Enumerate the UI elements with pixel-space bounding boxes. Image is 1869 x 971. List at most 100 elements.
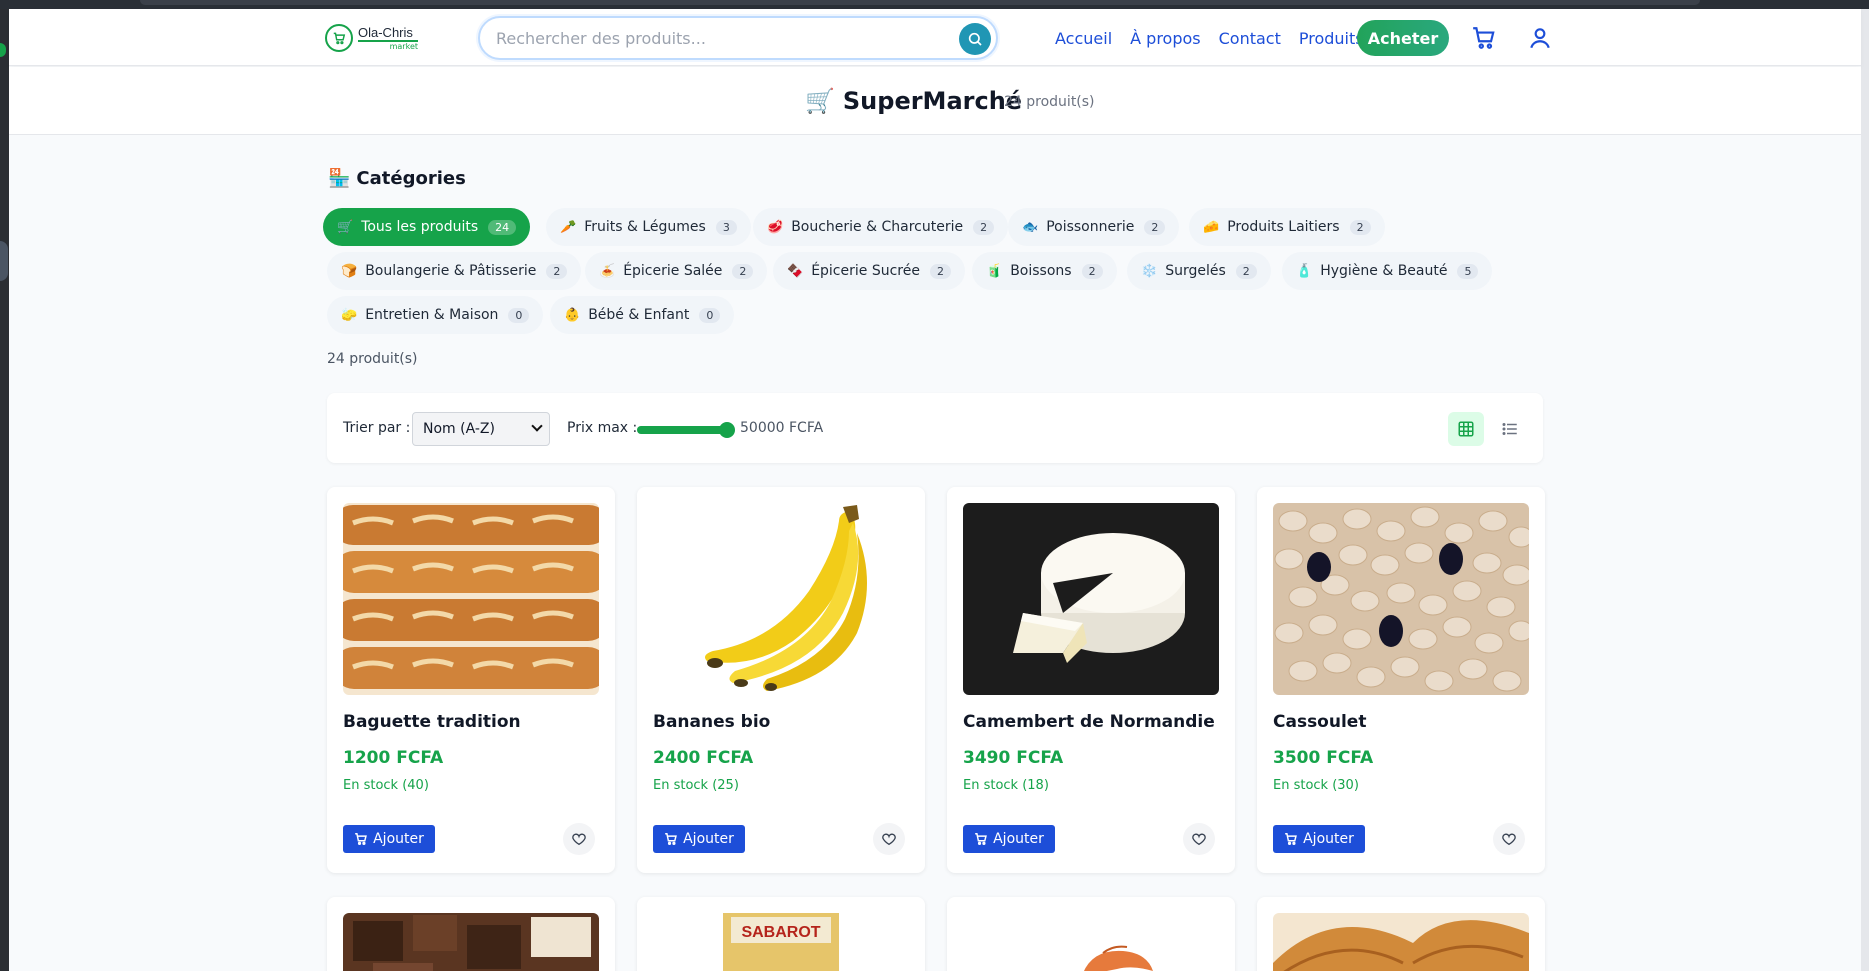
- product-card[interactable]: [1257, 897, 1545, 971]
- scrollbar-track[interactable]: [1861, 9, 1869, 971]
- price-slider-thumb[interactable]: [719, 422, 735, 438]
- category-count: 2: [732, 263, 754, 279]
- product-image-crevettes[interactable]: [963, 913, 1219, 971]
- category-label: Bébé & Enfant: [588, 307, 690, 323]
- list-icon: [1502, 423, 1517, 435]
- product-image-bananes[interactable]: [653, 503, 909, 695]
- product-card[interactable]: [947, 897, 1235, 971]
- buy-button[interactable]: Acheter: [1357, 20, 1449, 56]
- add-to-cart-label: Ajouter: [993, 831, 1044, 847]
- product-image-sabarot[interactable]: SABAROT: [653, 913, 909, 971]
- brand-sub: market: [358, 39, 418, 51]
- category-count: 2: [929, 263, 951, 279]
- category-chip-boulangerie[interactable]: 🍞 Boulangerie & Pâtisserie 2: [327, 252, 582, 290]
- category-chip-epicerie-salee[interactable]: 🍝 Épicerie Salée 2: [585, 252, 768, 290]
- product-image-cassoulet[interactable]: [1273, 503, 1529, 695]
- category-label: Épicerie Sucrée: [811, 263, 920, 279]
- product-card[interactable]: Camembert de Normandie 3490 FCFA En stoc…: [947, 487, 1235, 873]
- search-input[interactable]: [496, 27, 936, 49]
- product-card[interactable]: [327, 897, 615, 971]
- main-nav: Accueil À propos Contact Produits: [1055, 23, 1382, 53]
- category-label: Boulangerie & Pâtisserie: [365, 263, 537, 279]
- category-chip-all[interactable]: 🛒 Tous les produits 24: [323, 208, 531, 246]
- product-stock: En stock (25): [653, 778, 739, 793]
- cart-icon: [975, 833, 988, 845]
- list-view-button[interactable]: [1492, 412, 1528, 446]
- category-count: 3: [715, 219, 737, 235]
- product-card[interactable]: Cassoulet 3500 FCFA En stock (30) Ajoute…: [1257, 487, 1545, 873]
- category-count: 2: [1144, 219, 1166, 235]
- page-title-band: 🛒 SuperMarché 24 produit(s): [9, 67, 1861, 135]
- svg-text:SABAROT: SABAROT: [741, 924, 820, 941]
- sort-label: Trier par :: [343, 420, 411, 436]
- category-chip-bebe[interactable]: 👶 Bébé & Enfant 0: [550, 296, 735, 334]
- category-icon: 🥩: [767, 219, 784, 235]
- window-top-bar: [0, 0, 1869, 9]
- left-window-strip: [0, 9, 9, 971]
- favorite-button[interactable]: [1183, 823, 1215, 855]
- category-chip-entretien[interactable]: 🧽 Entretien & Maison 0: [327, 296, 544, 334]
- category-label: Épicerie Salée: [623, 263, 723, 279]
- add-to-cart-button[interactable]: Ajouter: [653, 825, 745, 853]
- product-image-baguette[interactable]: [343, 503, 599, 695]
- product-name[interactable]: Cassoulet: [1273, 712, 1366, 732]
- product-name[interactable]: Bananes bio: [653, 712, 770, 732]
- product-name[interactable]: Camembert de Normandie: [963, 712, 1215, 732]
- nav-produits[interactable]: Produits: [1299, 29, 1364, 48]
- product-stock: En stock (30): [1273, 778, 1359, 793]
- side-handle[interactable]: [0, 241, 8, 281]
- product-card[interactable]: SABAROT: [637, 897, 925, 971]
- category-chip-laitiers[interactable]: 🧀 Produits Laitiers 2: [1189, 208, 1385, 246]
- category-chip-epicerie-sucree[interactable]: 🍫 Épicerie Sucrée 2: [773, 252, 965, 290]
- add-to-cart-button[interactable]: Ajouter: [1273, 825, 1365, 853]
- category-chip-fruits[interactable]: 🥕 Fruits & Légumes 3: [546, 208, 751, 246]
- add-to-cart-label: Ajouter: [683, 831, 734, 847]
- nav-contact[interactable]: Contact: [1219, 29, 1281, 48]
- category-label: Boucherie & Charcuterie: [791, 219, 964, 235]
- product-price: 1200 FCFA: [343, 748, 444, 768]
- price-slider[interactable]: [637, 422, 735, 438]
- favorite-button[interactable]: [873, 823, 905, 855]
- add-to-cart-button[interactable]: Ajouter: [343, 825, 435, 853]
- category-chip-boucherie[interactable]: 🥩 Boucherie & Charcuterie 2: [753, 208, 1009, 246]
- product-image-chocolat[interactable]: [343, 913, 599, 971]
- add-to-cart-button[interactable]: Ajouter: [963, 825, 1055, 853]
- window-top-bar-inner: [140, 0, 1700, 5]
- store-icon: 🏪: [328, 168, 351, 189]
- category-count: 2: [1081, 263, 1103, 279]
- favorite-button[interactable]: [563, 823, 595, 855]
- category-label: Fruits & Légumes: [584, 219, 706, 235]
- product-price: 2400 FCFA: [653, 748, 754, 768]
- sort-select[interactable]: Nom (A-Z): [412, 412, 550, 446]
- nav-accueil[interactable]: Accueil: [1055, 29, 1112, 48]
- category-icon: 🍝: [599, 263, 616, 279]
- category-label: Poissonnerie: [1046, 219, 1135, 235]
- category-icon: 👶: [564, 307, 581, 323]
- category-chip-hygiene[interactable]: 🧴 Hygiène & Beauté 5: [1282, 252, 1493, 290]
- category-chip-boissons[interactable]: 🧃 Boissons 2: [972, 252, 1117, 290]
- heart-icon: [882, 833, 896, 846]
- category-count: 24: [488, 219, 517, 235]
- search-button[interactable]: [959, 23, 991, 55]
- categories-heading-text: Catégories: [356, 168, 466, 189]
- category-icon: 🧃: [986, 263, 1003, 279]
- product-image-camembert[interactable]: [963, 503, 1219, 695]
- logo[interactable]: Ola-Chris market: [325, 23, 435, 53]
- cart-icon[interactable]: [1471, 25, 1497, 51]
- category-label: Surgelés: [1165, 263, 1226, 279]
- favorite-button[interactable]: [1493, 823, 1525, 855]
- heart-icon: [1192, 833, 1206, 846]
- product-card[interactable]: Baguette tradition 1200 FCFA En stock (4…: [327, 487, 615, 873]
- nav-a-propos[interactable]: À propos: [1130, 29, 1200, 48]
- category-chip-poissonnerie[interactable]: 🐟 Poissonnerie 2: [1008, 208, 1180, 246]
- category-icon: 🍫: [787, 263, 804, 279]
- category-icon: 🥕: [560, 219, 577, 235]
- grid-view-button[interactable]: [1448, 412, 1484, 446]
- category-label: Hygiène & Beauté: [1320, 263, 1448, 279]
- category-chip-surgeles[interactable]: ❄️ Surgelés 2: [1127, 252, 1271, 290]
- user-icon[interactable]: [1527, 25, 1553, 51]
- cart-icon: [355, 833, 368, 845]
- product-card[interactable]: Bananes bio 2400 FCFA En stock (25) Ajou…: [637, 487, 925, 873]
- product-name[interactable]: Baguette tradition: [343, 712, 521, 732]
- product-image-croissant[interactable]: [1273, 913, 1529, 971]
